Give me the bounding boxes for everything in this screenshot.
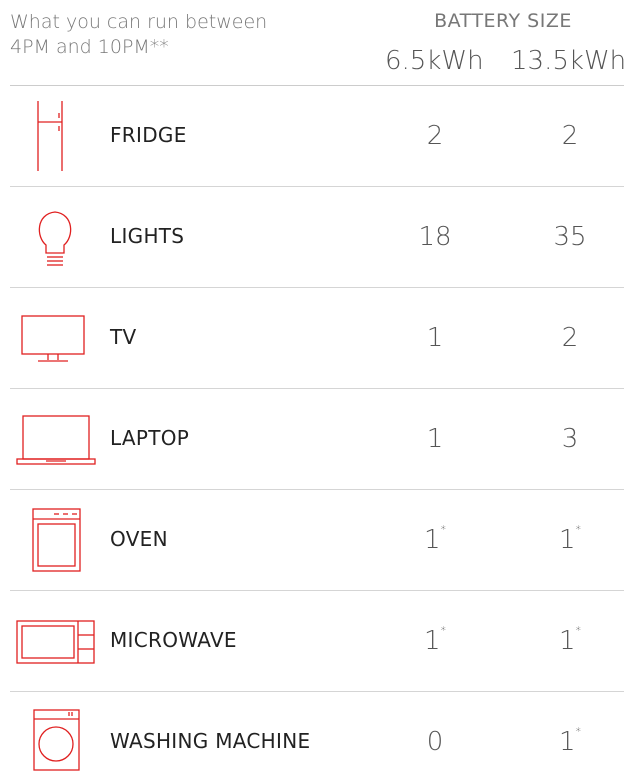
value-small-battery: 2	[426, 121, 444, 151]
intro-text: What you can run between 4PM and 10PM**	[10, 10, 330, 60]
value-large-battery: 35	[553, 222, 587, 252]
value-large-battery: 3	[561, 424, 579, 454]
table-row: TV 1 2	[0, 288, 634, 389]
table-row: MICROWAVE 1* 1*	[0, 591, 634, 692]
laptop-icon	[14, 404, 98, 474]
washing-machine-icon	[14, 706, 98, 776]
value-small-battery: 1*	[423, 624, 447, 656]
value-large-battery: 2	[561, 323, 579, 353]
intro-line-1: What you can run between	[10, 11, 268, 33]
table-header: What you can run between 4PM and 10PM** …	[0, 0, 634, 86]
oven-icon	[14, 505, 98, 575]
appliance-label: OVEN	[110, 527, 168, 551]
table-row: FRIDGE 2 2	[0, 86, 634, 187]
table-row: OVEN 1* 1*	[0, 490, 634, 591]
value-large-battery: 1*	[558, 725, 582, 757]
battery-size-small: 6.5kWh	[385, 46, 484, 76]
value-large-battery: 1*	[558, 624, 582, 656]
appliance-label: LIGHTS	[110, 224, 185, 248]
table-row: WASHING MACHINE 0 1*	[0, 692, 634, 780]
appliance-label: TV	[110, 325, 137, 349]
fridge-icon	[14, 94, 98, 176]
microwave-icon	[14, 606, 98, 676]
value-large-battery: 1*	[558, 523, 582, 555]
appliance-label: LAPTOP	[110, 426, 190, 450]
intro-line-2: 4PM and 10PM**	[10, 36, 169, 58]
tv-icon	[14, 303, 98, 373]
lightbulb-icon	[14, 202, 98, 272]
table-row: LAPTOP 1 3	[0, 389, 634, 490]
value-small-battery: 1	[426, 323, 444, 353]
value-small-battery: 1	[426, 424, 444, 454]
table-row: LIGHTS 18 35	[0, 187, 634, 288]
appliance-label: FRIDGE	[110, 123, 187, 147]
appliance-label: MICROWAVE	[110, 628, 237, 652]
battery-size-heading: BATTERY SIZE	[434, 10, 572, 32]
value-small-battery: 18	[418, 222, 452, 252]
value-small-battery: 0	[426, 727, 444, 757]
appliance-label: WASHING MACHINE	[110, 729, 311, 753]
battery-size-large: 13.5kWh	[511, 46, 627, 76]
value-large-battery: 2	[561, 121, 579, 151]
value-small-battery: 1*	[423, 523, 447, 555]
